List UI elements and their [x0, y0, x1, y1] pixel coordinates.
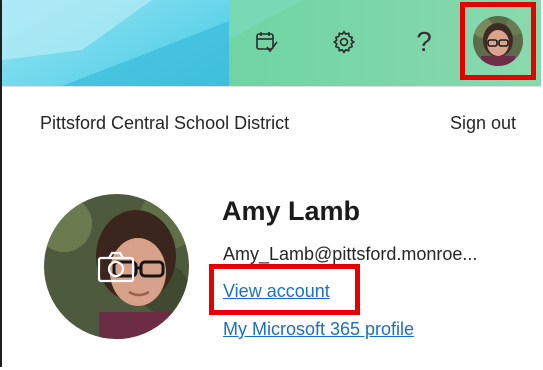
account-panel: Pittsford Central School District Sign o…	[2, 86, 541, 370]
camera-icon	[97, 251, 135, 283]
organization-name: Pittsford Central School District	[40, 113, 290, 133]
top-bar: ?	[2, 0, 541, 86]
gear-icon	[332, 30, 356, 54]
m365-profile-link[interactable]: My Microsoft 365 profile	[223, 319, 414, 340]
account-manager-button[interactable]	[460, 2, 536, 80]
help-button[interactable]: ?	[404, 22, 444, 62]
calendar-check-icon	[256, 32, 278, 53]
view-account-link[interactable]: View account	[223, 281, 330, 302]
user-display-name: Amy Lamb	[222, 196, 361, 226]
calendar-check-button[interactable]	[247, 22, 287, 62]
help-icon: ?	[416, 26, 432, 57]
settings-button[interactable]	[324, 22, 364, 62]
avatar	[473, 16, 523, 66]
sign-out-link[interactable]: Sign out	[450, 113, 516, 134]
user-email: Amy_Lamb@pittsford.monroe...	[223, 244, 478, 264]
